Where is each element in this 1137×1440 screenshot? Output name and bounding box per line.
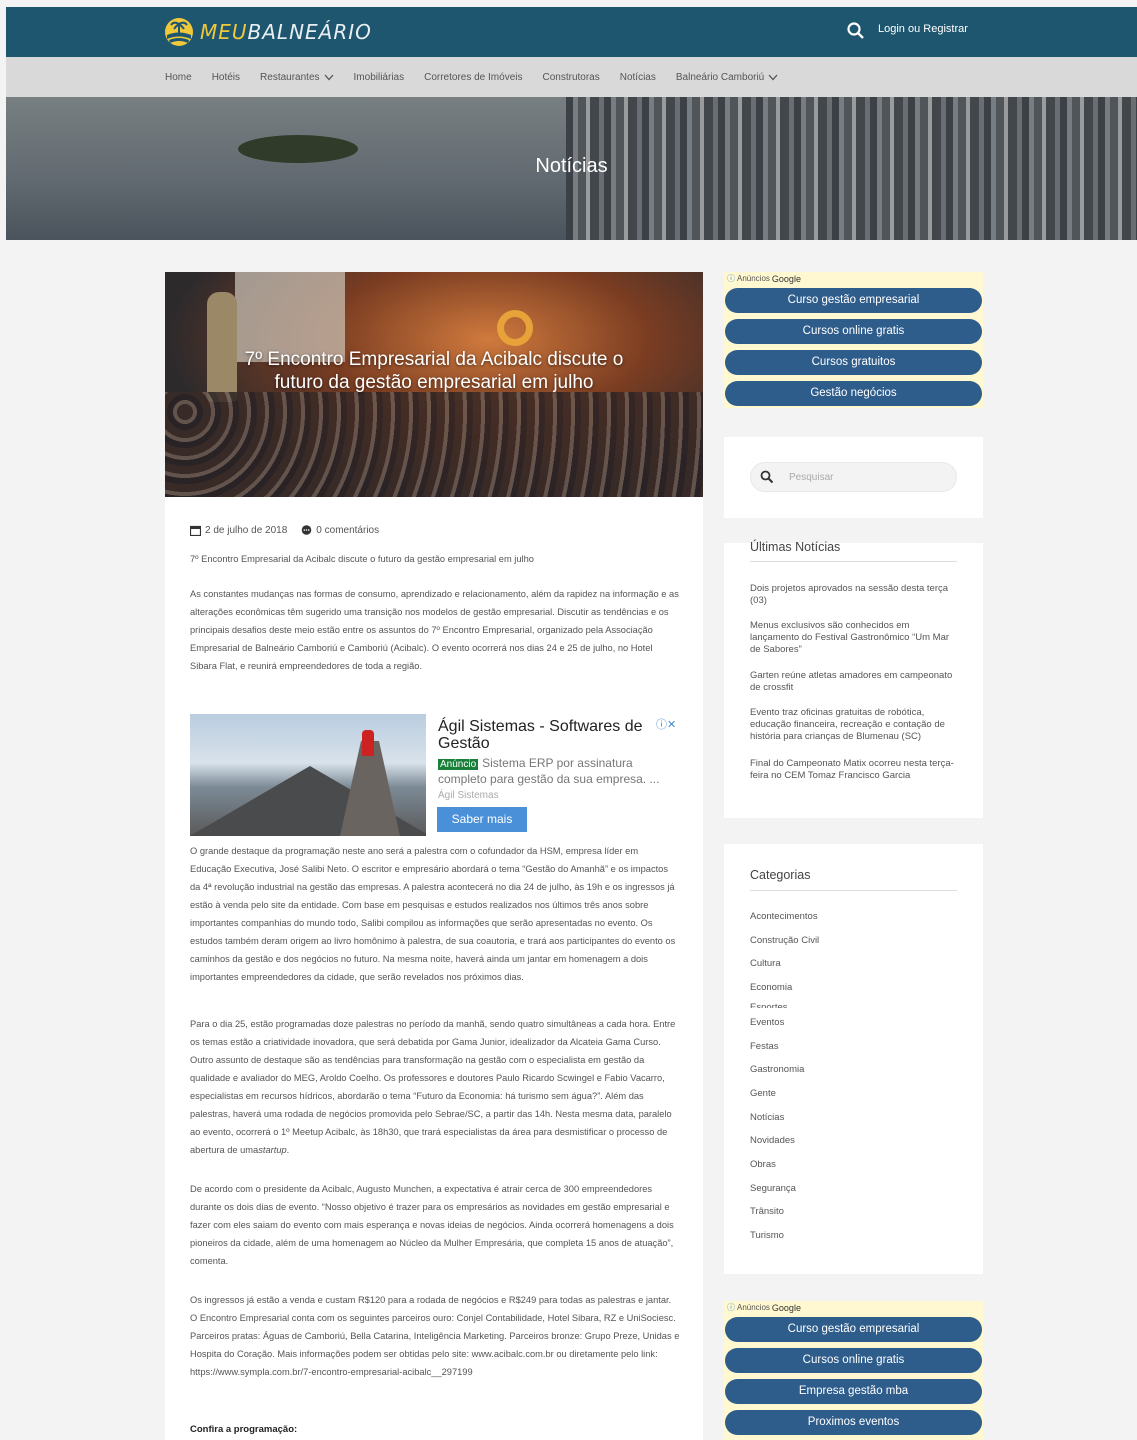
ad-link-button[interactable]: Curso gestão empresarial [725,288,982,313]
category-item[interactable]: Economia [750,982,792,993]
chevron-down-icon [768,74,778,80]
latest-news-item[interactable]: Evento traz oficinas gratuitas de robóti… [750,707,957,743]
page-title: Notícias [535,155,608,177]
ad-mountain-image [190,714,426,836]
latest-news-item[interactable]: Final do Campeonato Matix ocorreu nesta … [750,758,957,782]
category-item[interactable]: Acontecimentos [750,911,818,922]
nav-item-label: Imobiliárias [353,71,405,83]
article-intro: 7º Encontro Empresarial da Acibalc discu… [190,554,534,564]
divider [750,561,957,562]
calendar-icon [190,525,201,536]
category-item[interactable]: Cultura [750,958,781,969]
comments-text: 0 comentários [316,525,380,536]
nav-item-3[interactable]: Imobiliárias [354,72,405,83]
sidebar-ad-top: ⓘ Anúncios Google Curso gestão empresarial… [724,272,983,408]
top-header: MEUBALNEÁRIO Login ou Registrar [6,7,1137,57]
nav-item-label: Notícias [619,71,656,83]
inline-ad[interactable]: Ágil Sistemas - Softwares de Gestão ⓘ✕ A… [190,714,680,836]
category-item[interactable]: Esportes [750,1002,788,1008]
ad-source: Ágil Sistemas [438,790,499,801]
login-link[interactable]: Login ou Registrar [878,23,968,35]
acibalc-logo-icon [497,310,533,346]
article-date: 2 de julho de 2018 [190,525,287,536]
category-item[interactable]: Turismo [750,1230,784,1241]
nav-item-0[interactable]: Home [165,72,192,83]
categories-widget: Categorias Acontecimentos Construção Civi… [724,844,983,1274]
search-input[interactable]: Pesquisar [750,462,957,492]
nav-item-label: Corretores de Imóveis [424,71,523,83]
nav-item-2[interactable]: Restaurantes [260,71,334,83]
nav-item-label: Home [165,71,192,83]
article-paragraph-2: O grande destaque da programação neste a… [190,846,676,982]
article-paragraph-3: Para o dia 25, estão programadas doze pa… [190,1019,676,1155]
nav-item-5[interactable]: Construtoras [542,72,599,83]
article-paragraph-5: Os ingressos já estão a venda e custam R… [190,1295,680,1377]
nav-item-label: Hotéis [211,71,241,83]
nav-item-4[interactable]: Corretores de Imóveis [424,72,522,83]
category-item[interactable]: Festas [750,1041,779,1052]
sidebar-ad-bottom: ⓘ Anúncios Google Curso gestão empresarial… [724,1301,983,1440]
ad-link-button[interactable]: Gestão negócios [725,381,982,406]
ad-link-button[interactable]: Proximos eventos [725,1410,982,1435]
search-icon [760,470,774,484]
category-item[interactable]: Notícias [750,1112,784,1123]
latest-news-item[interactable]: Menus exclusivos são conhecidos em lança… [750,620,957,656]
date-text: 2 de julho de 2018 [205,525,288,536]
nav-item-label: Balneário Camboriú [675,71,765,83]
feature-crowd [165,392,703,497]
article-title: 7º Encontro Empresarial da Acibalc discu… [244,349,624,393]
ad-close-icon[interactable]: ⓘ✕ [656,716,676,732]
category-item[interactable]: Obras [750,1159,776,1170]
nav-item-1[interactable]: Hotéis [212,72,240,83]
ad-link-button[interactable]: Empresa gestão mba [725,1379,982,1404]
category-item[interactable]: Segurança [750,1183,796,1194]
nav-item-6[interactable]: Notícias [620,72,656,83]
ad-description: Anúncio Sistema ERP por assinatura comple… [438,756,660,786]
ad-link-button[interactable]: Cursos online gratis [725,319,982,344]
featured-image: 7º Encontro Empresarial da Acibalc discu… [165,272,703,497]
article-body: 2 de julho de 2018 0 comentários 7º Enco… [165,497,703,1440]
latest-news-title: Últimas Notícias [750,540,841,554]
category-item[interactable]: Trânsito [750,1206,784,1217]
latest-news-widget: Últimas Notícias Dois projetos aprovados… [724,540,983,818]
chevron-down-icon [324,74,334,80]
ad-badge: Anúncio [438,759,479,770]
ad-label: ⓘ Anúncios Google [727,273,801,284]
ad-link-button[interactable]: Cursos online gratis [725,1348,982,1373]
divider [750,890,957,891]
article-comments[interactable]: 0 comentários [301,525,379,536]
category-item[interactable]: Construção Civil [750,935,819,946]
hero-banner: Notícias [6,97,1137,240]
ad-title[interactable]: Ágil Sistemas - Softwares de Gestão [438,718,653,752]
ad-cta-button[interactable]: Saber mais [437,807,527,832]
search-widget: Pesquisar [724,437,983,518]
comment-icon [301,525,312,535]
category-item[interactable]: Gastronomia [750,1064,804,1075]
ad-label: ⓘ Anúncios Google [727,1302,801,1313]
latest-news-item[interactable]: Dois projetos aprovados na sessão desta … [750,583,957,607]
categories-title: Categorias [750,868,811,882]
article-paragraph-4: De acordo com o presidente da Acibalc, A… [190,1184,674,1266]
search-icon[interactable] [846,21,866,41]
nav-item-7[interactable]: Balneário Camboriú [676,72,778,83]
nav-item-label: Construtoras [542,71,600,83]
site-logo[interactable]: MEUBALNEÁRIO [164,15,372,49]
logo-sun-icon [165,18,193,46]
ad-link-button[interactable]: Curso gestão empresarial [725,1317,982,1342]
section-heading: Confira a programação: [190,1424,298,1435]
main-nav: Home Hotéis Restaurantes Imobiliárias Corret… [6,57,1137,97]
ad-link-button[interactable]: Cursos gratuitos [725,350,982,375]
latest-news-item[interactable]: Garten reúne atletas amadores em campeon… [750,670,957,694]
article-paragraph-1: As constantes mudanças nas formas de con… [190,589,679,671]
category-item[interactable]: Eventos [750,1017,784,1028]
category-item[interactable]: Novidades [750,1135,795,1146]
search-placeholder: Pesquisar [789,472,834,483]
article-meta: 2 de julho de 2018 0 comentários [190,525,379,536]
category-item[interactable]: Gente [750,1088,776,1099]
nav-item-label: Restaurantes [260,71,320,83]
logo-text: MEUBALNEÁRIO [200,20,372,44]
